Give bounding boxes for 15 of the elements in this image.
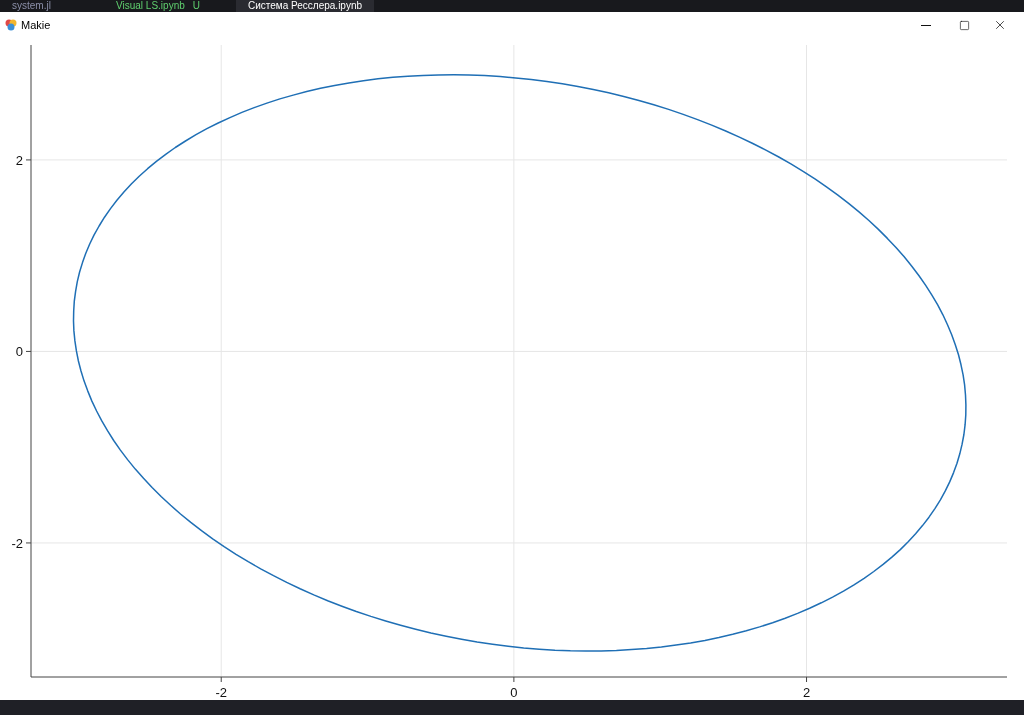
app-logo-icon [5, 19, 17, 31]
maximize-icon [958, 19, 970, 31]
minimize-icon [921, 24, 931, 26]
y-tick-label: 2 [15, 152, 23, 168]
y-tick-label: 0 [15, 344, 23, 360]
y-tick-label: -2 [11, 535, 23, 551]
editor-tab[interactable]: system.jl [0, 0, 80, 12]
x-tick-label: 2 [802, 685, 811, 700]
x-tick-label: 0 [510, 685, 518, 700]
close-icon [993, 18, 1007, 32]
editor-tab[interactable]: Visual LS.ipynb U [104, 0, 212, 12]
status-label: U [192, 0, 200, 12]
window-title: Makie [21, 17, 51, 33]
x-tick-label: -2 [215, 685, 227, 700]
editor-tab[interactable]: Система Ресслера.ipynb [236, 0, 375, 12]
